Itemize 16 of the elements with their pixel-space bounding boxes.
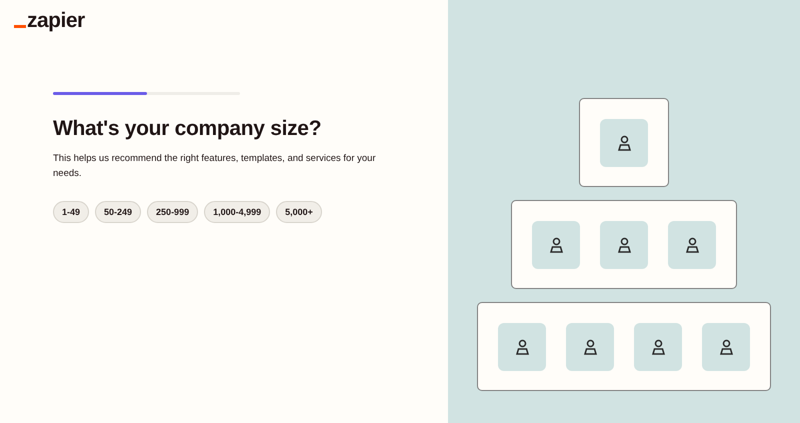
size-option[interactable]: 5,000+ xyxy=(276,201,322,223)
zapier-logo: zapier xyxy=(14,10,85,32)
question-description: This helps us recommend the right features, templates, and services for your needs. xyxy=(53,152,377,181)
person-icon xyxy=(650,338,666,356)
person-icon xyxy=(616,236,632,254)
person-icon xyxy=(548,236,564,254)
person-icon xyxy=(514,338,530,356)
question-heading: What's your company size? xyxy=(53,117,322,141)
person-icon xyxy=(582,338,598,356)
person-icon xyxy=(616,134,632,152)
size-option[interactable]: 50-249 xyxy=(95,201,142,223)
person-icon xyxy=(684,236,700,254)
size-option[interactable]: 1,000-4,999 xyxy=(204,201,270,223)
size-option[interactable]: 250-999 xyxy=(147,201,198,223)
person-icon xyxy=(718,338,734,356)
size-option[interactable]: 1-49 xyxy=(53,201,90,223)
